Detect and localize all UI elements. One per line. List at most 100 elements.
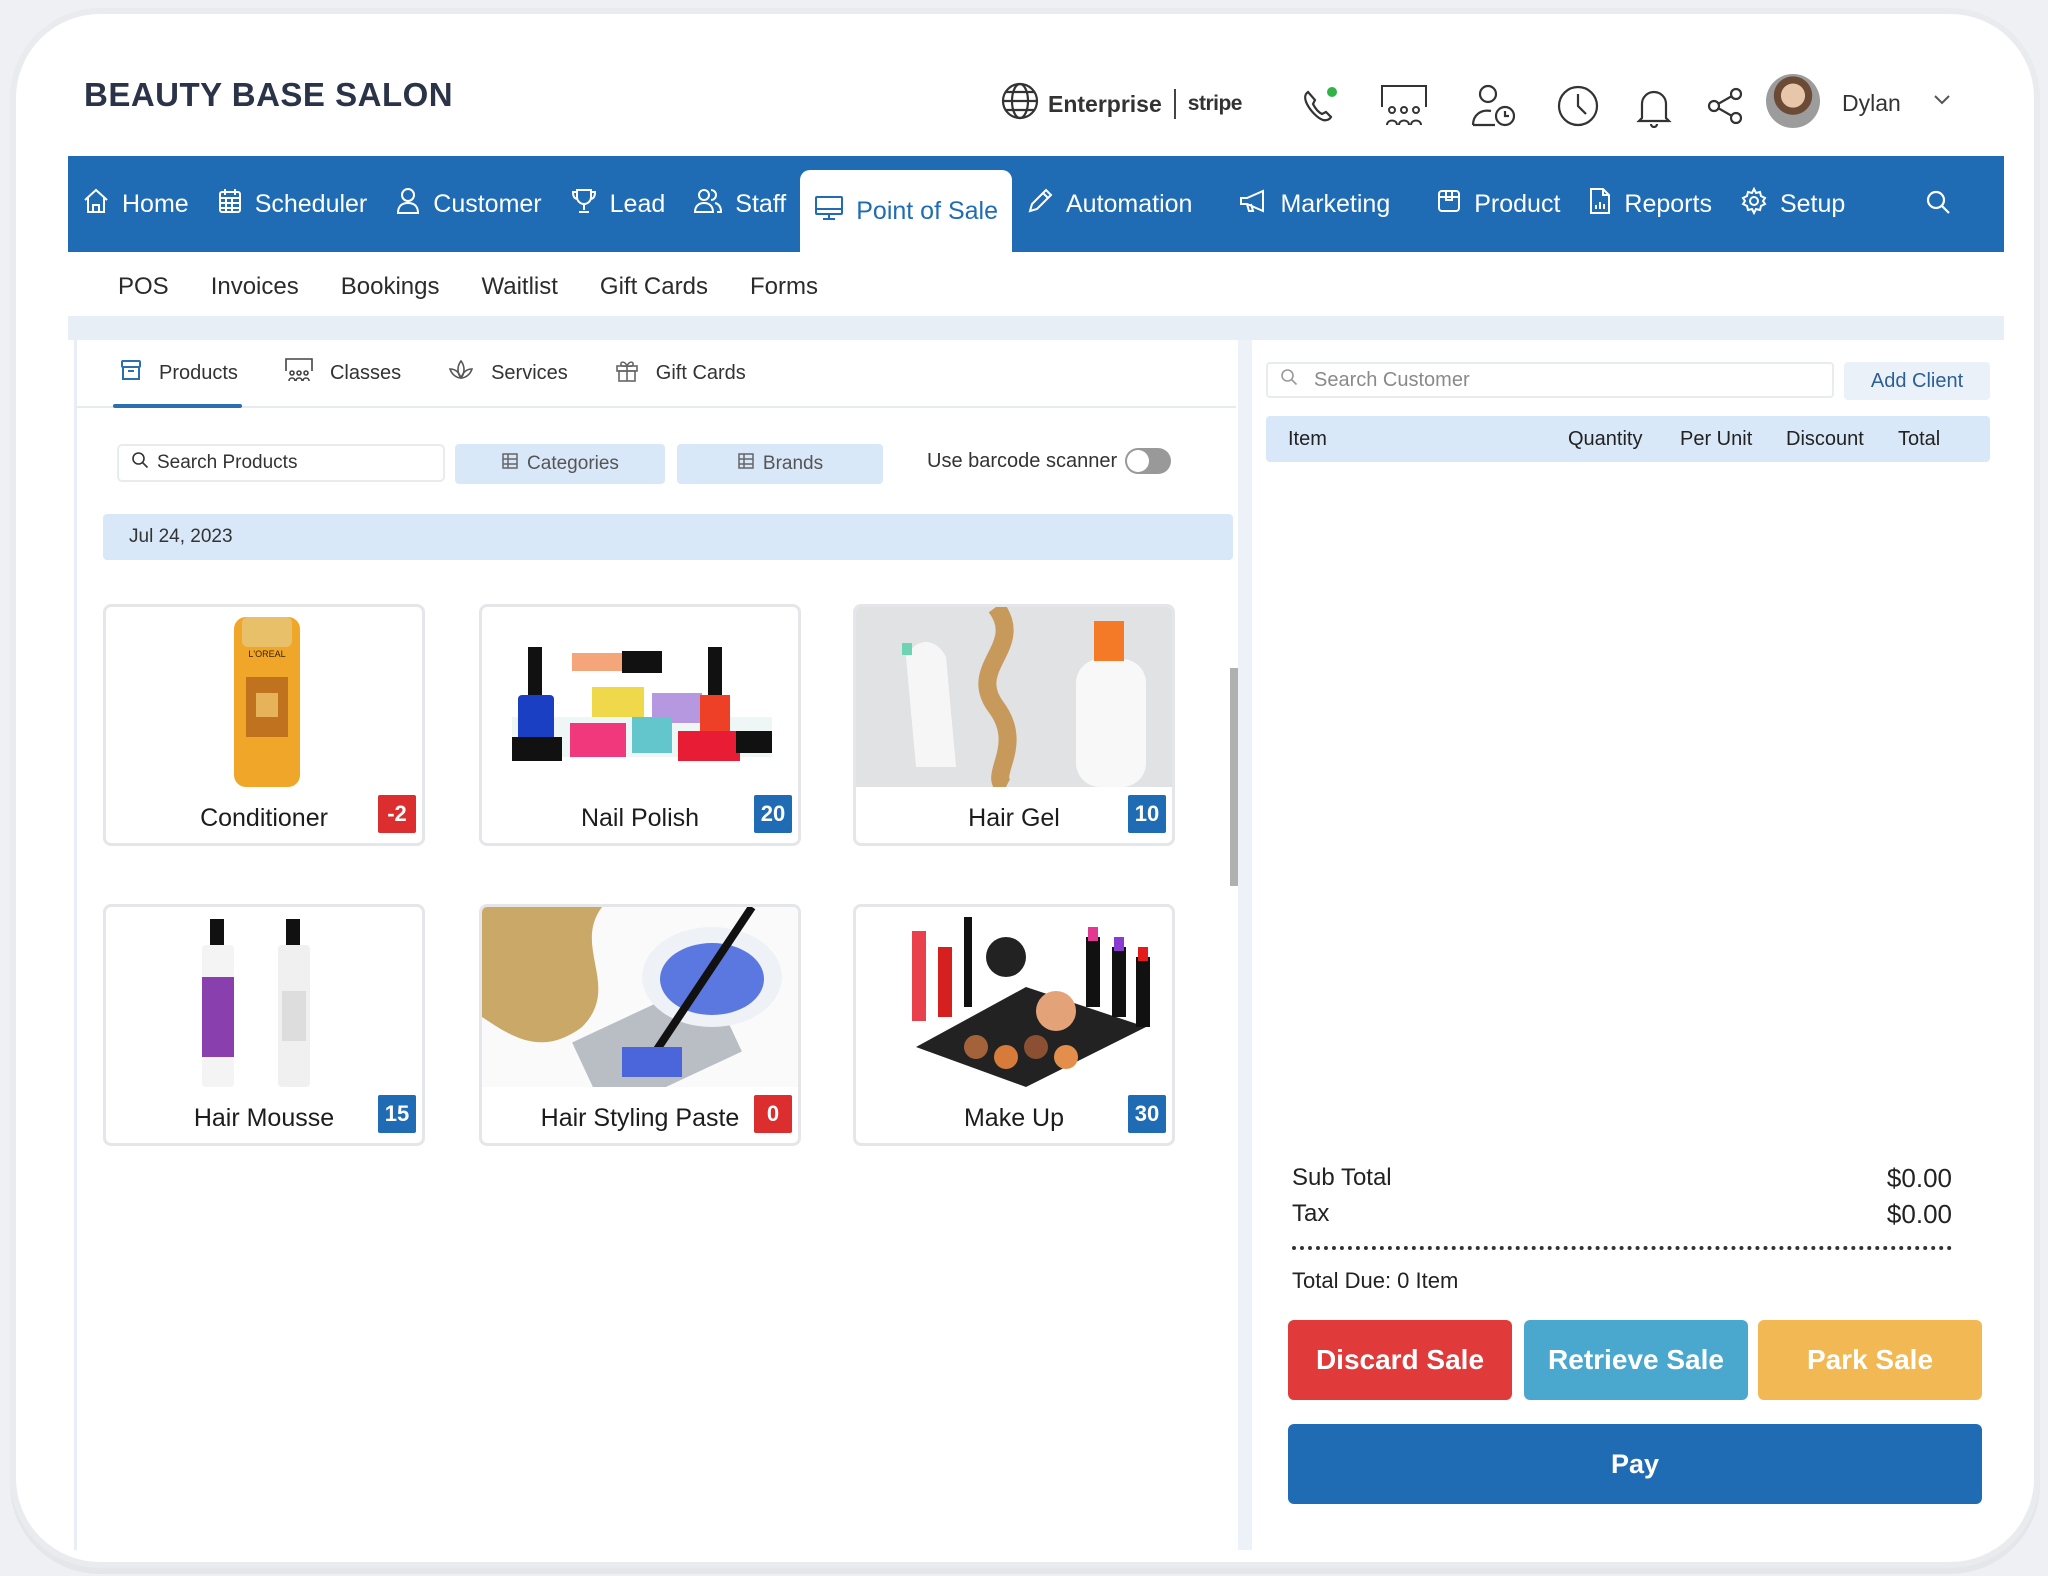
nav-item-customer[interactable]: Customer bbox=[381, 156, 555, 252]
nav-item-marketing[interactable]: Marketing bbox=[1224, 156, 1404, 252]
discard-sale-button[interactable]: Discard Sale bbox=[1288, 1320, 1512, 1400]
avatar[interactable] bbox=[1766, 74, 1820, 128]
users-icon bbox=[693, 187, 735, 222]
cart-panel: Search Customer Add Client Item Quantity… bbox=[1252, 340, 2004, 1550]
nav-item-staff[interactable]: Staff bbox=[679, 156, 800, 252]
megaphone-icon bbox=[1238, 187, 1280, 222]
nav-item-lead[interactable]: Lead bbox=[556, 156, 680, 252]
archive-icon bbox=[119, 358, 159, 388]
products-scrollbar[interactable] bbox=[1230, 668, 1238, 886]
tab-label: Classes bbox=[329, 361, 402, 384]
tab-products[interactable]: Products bbox=[113, 340, 242, 408]
user-menu-toggle[interactable] bbox=[1932, 92, 1952, 111]
nav-item-home[interactable]: Home bbox=[68, 156, 203, 252]
tab-label: Services bbox=[491, 361, 568, 384]
tax-value: $0.00 bbox=[1886, 1198, 1952, 1229]
product-image-hair-styling-paste bbox=[482, 907, 798, 1087]
nav-item-setup[interactable]: Setup bbox=[1726, 156, 1859, 252]
subtotal-value: $0.00 bbox=[1886, 1162, 1952, 1193]
classes-button[interactable] bbox=[1378, 82, 1430, 134]
tax-row: Tax $0.00 bbox=[1292, 1196, 1952, 1232]
nav-item-label: Product bbox=[1474, 189, 1561, 218]
subtotal-label: Sub Total bbox=[1292, 1164, 1392, 1191]
subnav-forms[interactable]: Forms bbox=[750, 273, 818, 301]
history-button[interactable] bbox=[1552, 82, 1604, 134]
tab-classes[interactable]: Classes bbox=[284, 340, 401, 406]
nav-item-label: Lead bbox=[609, 189, 666, 218]
brand-title: BEAUTY BASE SALON bbox=[84, 76, 454, 113]
calendar-icon bbox=[217, 187, 255, 222]
column-item: Item bbox=[1288, 428, 1327, 450]
top-bar: BEAUTY BASE SALON Enterprise stripe Dyla… bbox=[16, 14, 2034, 154]
park-sale-button[interactable]: Park Sale bbox=[1758, 1320, 1982, 1400]
trophy-icon bbox=[570, 187, 610, 222]
app-window: BEAUTY BASE SALON Enterprise stripe Dyla… bbox=[10, 8, 2040, 1568]
product-card[interactable]: Make Up 30 bbox=[853, 904, 1175, 1146]
subnav-bookings[interactable]: Bookings bbox=[341, 273, 440, 301]
product-image-hair-gel bbox=[856, 607, 1172, 787]
categories-button[interactable]: Categories bbox=[455, 444, 665, 484]
staff-clock-button[interactable] bbox=[1468, 82, 1520, 134]
subnav-waitlist[interactable]: Waitlist bbox=[481, 273, 557, 301]
nav-item-scheduler[interactable]: Scheduler bbox=[203, 156, 382, 252]
stock-badge: 20 bbox=[754, 795, 792, 833]
products-panel: Products Classes Services Gift Cards Sea… bbox=[74, 340, 1236, 1550]
product-card[interactable]: Hair Styling Paste 0 bbox=[479, 904, 801, 1146]
search-customer-input[interactable]: Search Customer bbox=[1266, 362, 1834, 398]
retrieve-sale-button[interactable]: Retrieve Sale bbox=[1524, 1320, 1748, 1400]
monitor-icon bbox=[814, 194, 856, 229]
cart-totals: Sub Total $0.00 Tax $0.00 Total Due: 0 I… bbox=[1292, 1160, 1952, 1294]
date-header: Jul 24, 2023 bbox=[103, 514, 1233, 560]
tab-services[interactable]: Services bbox=[447, 340, 568, 406]
nav-item-label: Customer bbox=[433, 189, 542, 218]
nav-item-automation[interactable]: Automation bbox=[1012, 156, 1206, 252]
nav-item-reports[interactable]: Reports bbox=[1574, 156, 1726, 252]
nav-item-product[interactable]: Product bbox=[1422, 156, 1574, 252]
column-per-unit: Per Unit bbox=[1680, 428, 1753, 450]
product-name: Hair Styling Paste bbox=[540, 1104, 740, 1132]
nav-item-point-of-sale[interactable]: Point of Sale bbox=[800, 170, 1012, 252]
nav-search-button[interactable] bbox=[1924, 156, 1952, 252]
subnav-invoices[interactable]: Invoices bbox=[211, 273, 299, 301]
nav-item-label: Staff bbox=[735, 189, 787, 218]
table-icon bbox=[737, 452, 763, 476]
share-button[interactable] bbox=[1700, 82, 1752, 134]
brands-label: Brands bbox=[762, 453, 824, 474]
phone-button[interactable] bbox=[1294, 82, 1346, 134]
stock-badge: 30 bbox=[1128, 1095, 1166, 1133]
pay-button[interactable]: Pay bbox=[1288, 1424, 1982, 1504]
subnav-gift-cards[interactable]: Gift Cards bbox=[600, 273, 708, 301]
nav-item-label: Scheduler bbox=[254, 189, 368, 218]
bell-icon bbox=[1634, 84, 1674, 133]
tab-gift-cards[interactable]: Gift Cards bbox=[614, 340, 746, 406]
product-card[interactable]: Hair Mousse 15 bbox=[103, 904, 425, 1146]
plan-indicator[interactable]: Enterprise stripe bbox=[1000, 74, 1242, 134]
barcode-scanner-toggle[interactable] bbox=[1125, 448, 1172, 474]
subnav-pos[interactable]: POS bbox=[118, 273, 169, 301]
product-image-conditioner: L'OREAL bbox=[106, 607, 422, 787]
barcode-scanner-setting: Use barcode scanner bbox=[927, 448, 1172, 474]
tab-label: Gift Cards bbox=[655, 361, 746, 384]
clock-icon bbox=[1556, 84, 1600, 133]
date-label: Jul 24, 2023 bbox=[129, 526, 233, 547]
search-products-input[interactable]: Search Products bbox=[117, 444, 445, 482]
product-card[interactable]: Hair Gel 10 bbox=[853, 604, 1175, 846]
product-card[interactable]: L'OREAL Conditioner -2 bbox=[103, 604, 425, 846]
search-products-placeholder: Search Products bbox=[157, 452, 298, 473]
brands-button[interactable]: Brands bbox=[677, 444, 883, 484]
chevron-down-icon bbox=[1932, 93, 1952, 110]
dotted-divider bbox=[1292, 1246, 1952, 1250]
main-nav: Home Scheduler Customer Lead Staff Point… bbox=[68, 156, 2004, 252]
nav-item-label: Reports bbox=[1624, 189, 1712, 218]
product-card[interactable]: Nail Polish 20 bbox=[479, 604, 801, 846]
sub-nav: POS Invoices Bookings Waitlist Gift Card… bbox=[68, 252, 2004, 322]
classroom-icon bbox=[1379, 83, 1429, 134]
pencil-icon bbox=[1026, 187, 1066, 222]
product-image-hair-mousse bbox=[106, 907, 422, 1087]
phone-icon bbox=[1298, 84, 1342, 133]
notifications-button[interactable] bbox=[1628, 82, 1680, 134]
search-icon bbox=[131, 451, 157, 475]
user-name[interactable]: Dylan bbox=[1842, 90, 1901, 117]
add-client-button[interactable]: Add Client bbox=[1844, 362, 1990, 400]
classroom-icon bbox=[284, 357, 330, 389]
